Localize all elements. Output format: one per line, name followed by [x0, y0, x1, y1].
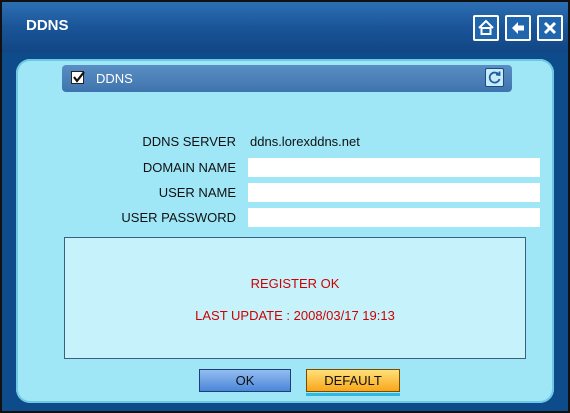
user-password-field[interactable]: [248, 208, 540, 227]
ddns-server-value: ddns.lorexddns.net: [250, 134, 360, 149]
domain-name-field[interactable]: [248, 158, 540, 177]
refresh-button[interactable]: [485, 68, 504, 87]
ddns-server-label: DDNS SERVER: [142, 134, 236, 149]
ddns-section-header: DDNS: [62, 65, 512, 92]
ok-button[interactable]: OK: [199, 369, 291, 392]
ddns-section-label: DDNS: [96, 71, 133, 86]
ddns-panel: DDNS DDNS SERVER ddns.lorexddns.net DOMA…: [16, 59, 554, 403]
register-status-text: REGISTER OK: [250, 276, 340, 291]
default-button[interactable]: DEFAULT: [306, 369, 400, 392]
domain-name-label: DOMAIN NAME: [142, 160, 236, 175]
default-button-focus-indicator: [306, 393, 400, 396]
status-box: REGISTER OK LAST UPDATE : 2008/03/17 19:…: [64, 237, 526, 359]
back-button[interactable]: [505, 15, 531, 41]
user-name-field[interactable]: [248, 183, 540, 202]
user-password-label: USER PASSWORD: [121, 210, 236, 225]
window-title: DDNS: [26, 17, 69, 34]
ddns-window: DDNS DDNS DDNS SERVER ddns.lorexddns.net…: [0, 0, 570, 413]
home-button[interactable]: [473, 15, 499, 41]
ddns-enable-checkbox[interactable]: [71, 71, 85, 84]
last-update-text: LAST UPDATE : 2008/03/17 19:13: [195, 308, 395, 323]
title-bar: DDNS: [2, 2, 568, 52]
close-button[interactable]: [537, 15, 563, 41]
user-name-label: USER NAME: [158, 185, 236, 200]
